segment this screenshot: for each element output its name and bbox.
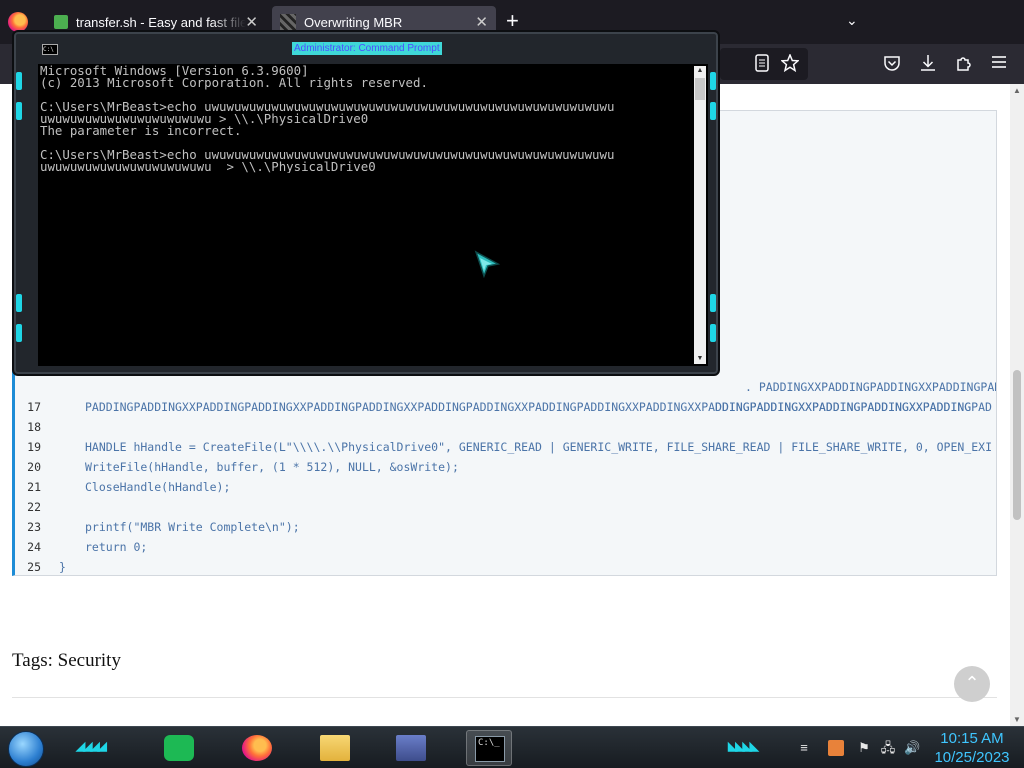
code-text: return 0; (85, 540, 148, 554)
code-text: } (59, 560, 66, 574)
divider (12, 697, 997, 698)
tray-app-icon[interactable] (828, 740, 844, 756)
post-tags: Tags: Security (12, 650, 121, 672)
scrollbar-thumb[interactable] (695, 78, 705, 100)
list-all-tabs-button[interactable]: ⌄ (846, 12, 858, 29)
line-number: 17 (27, 400, 41, 414)
scroll-down-icon[interactable]: ▼ (1013, 715, 1021, 724)
tab-title: Overwriting MBR (304, 14, 403, 30)
frame-accent (710, 72, 716, 90)
scroll-up-icon[interactable]: ▲ (695, 66, 705, 76)
line-number: 24 (27, 540, 41, 554)
firefox-logo-icon (8, 12, 28, 32)
new-tab-button[interactable]: + (506, 10, 519, 32)
downloads-icon[interactable] (919, 54, 937, 77)
line-number: 25 (27, 560, 41, 574)
command-prompt-icon: C:\_ (475, 736, 505, 762)
tab-title: transfer.sh - Easy and fast file sh (76, 14, 246, 30)
command-prompt-icon: C:\ (42, 44, 58, 55)
site-favicon-icon (280, 14, 296, 30)
line-number: 22 (27, 500, 41, 514)
cmd-console[interactable]: Microsoft Windows [Version 6.3.9600] (c)… (38, 64, 708, 366)
frame-accent (710, 102, 716, 120)
cmd-scrollbar[interactable]: ▲ ▼ (694, 66, 706, 364)
taskbar-firefox[interactable] (234, 730, 280, 766)
control-panel-icon (396, 735, 426, 761)
code-line: 18 (15, 417, 996, 437)
close-tab-icon[interactable]: ✕ (475, 13, 488, 31)
taskbar-decoration: ◣◣◣◣ (728, 739, 759, 753)
taskbar-file-explorer[interactable] (312, 730, 358, 766)
mouse-cursor-icon (474, 250, 501, 283)
pocket-icon[interactable] (883, 54, 901, 77)
volume-icon[interactable]: 🔊 (904, 740, 920, 756)
taskbar: ◢◢◢◢ C:\_ ◣◣◣◣ ≡ ⚑ 🖧 🔊 10:15 AM 10/25/20… (0, 726, 1024, 768)
taskbar-decoration: ◢◢◢◢ (76, 739, 107, 753)
code-line: 19 HANDLE hHandle = CreateFile(L"\\\\.\\P… (15, 437, 996, 457)
show-hidden-icons-icon[interactable]: ≡ (796, 740, 812, 756)
firefox-icon (242, 735, 272, 761)
code-line: 20 WriteFile(hHandle, buffer, (1 * 512), … (15, 457, 996, 477)
scroll-to-top-button[interactable]: ⌃ (954, 666, 990, 702)
frame-accent (16, 72, 22, 90)
clock-time: 10:15 AM (940, 730, 1004, 747)
taskbar-notes-app[interactable] (156, 730, 202, 766)
close-tab-icon[interactable]: ✕ (245, 13, 258, 31)
scroll-down-icon[interactable]: ▼ (695, 354, 705, 364)
clock-date: 10/25/2023 (934, 749, 1010, 766)
transfer-sh-favicon-icon (54, 15, 68, 29)
code-line: 22 (15, 497, 996, 517)
code-line: 24 return 0; (15, 537, 996, 557)
code-text: HANDLE hHandle = CreateFile(L"\\\\.\\Phy… (85, 440, 992, 454)
bookmark-star-icon[interactable] (780, 53, 800, 77)
tag-security-link[interactable]: Security (58, 650, 121, 671)
code-text: CloseHandle(hHandle); (85, 480, 231, 494)
scroll-up-icon[interactable]: ▲ (1013, 86, 1021, 95)
line-number: 21 (27, 480, 41, 494)
extensions-icon[interactable] (955, 54, 973, 77)
code-line-partial: DDINGPADDINGXXPADDINGPADDINGXXPADDINGPAD (715, 400, 992, 414)
command-prompt-window[interactable]: C:\ Administrator: Command Prompt Micros… (12, 30, 720, 376)
page-vertical-scrollbar[interactable]: ▲ ▼ (1010, 84, 1024, 726)
taskbar-control-panel[interactable] (388, 730, 434, 766)
code-text: PADDINGPADDINGXXPADDINGPADDINGXXPADDINGP… (85, 400, 972, 414)
frame-accent (16, 294, 22, 312)
line-number: 18 (27, 420, 41, 434)
system-clock[interactable]: 10:15 AM 10/25/2023 (930, 729, 1014, 767)
code-line: 17 PADDINGPADDINGXXPADDINGPADDINGXXPADDIN… (15, 397, 996, 417)
tags-label: Tags: (12, 650, 53, 671)
line-number: 23 (27, 520, 41, 534)
code-line: 25} (15, 557, 996, 575)
frame-accent (16, 102, 22, 120)
code-line: 23 printf("MBR Write Complete\n"); (15, 517, 996, 537)
code-line: 21 CloseHandle(hHandle); (15, 477, 996, 497)
frame-accent (710, 294, 716, 312)
network-icon[interactable]: 🖧 (880, 740, 896, 756)
code-text: WriteFile(hHandle, buffer, (1 * 512), NU… (85, 460, 459, 474)
reader-view-icon[interactable] (754, 54, 770, 77)
file-explorer-icon (320, 735, 350, 761)
notes-app-icon (164, 735, 194, 761)
taskbar-command-prompt[interactable]: C:\_ (466, 730, 512, 766)
menu-icon[interactable] (991, 54, 1007, 75)
line-number: 19 (27, 440, 41, 454)
cmd-output: Microsoft Windows [Version 6.3.9600] (c)… (40, 65, 615, 173)
code-text: printf("MBR Write Complete\n"); (85, 520, 300, 534)
desktop: transfer.sh - Easy and fast file sh ✕ Ov… (0, 0, 1024, 768)
cmd-window-title: Administrator: Command Prompt (292, 42, 442, 55)
action-center-flag-icon[interactable]: ⚑ (856, 740, 872, 756)
scrollbar-thumb[interactable] (1013, 370, 1021, 520)
line-number: 20 (27, 460, 41, 474)
start-button[interactable] (8, 731, 44, 767)
frame-accent (16, 324, 22, 342)
cmd-title-bar[interactable]: C:\ Administrator: Command Prompt (14, 32, 718, 62)
frame-accent (710, 324, 716, 342)
